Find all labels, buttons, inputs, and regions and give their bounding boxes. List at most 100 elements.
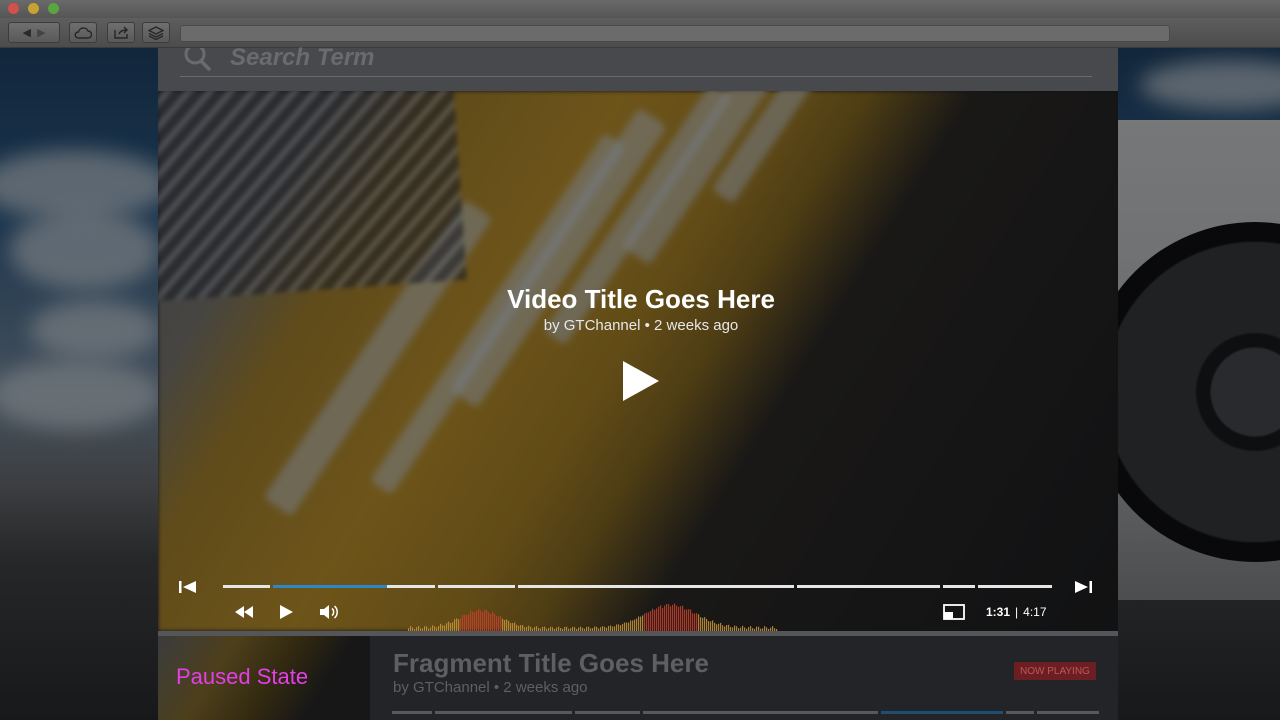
waveform-bar	[704, 617, 706, 631]
waveform-bar	[640, 616, 642, 631]
share-button[interactable]	[107, 22, 135, 43]
waveform-bar	[644, 613, 646, 631]
back-icon[interactable]: ◀	[22, 26, 30, 39]
play-button[interactable]	[277, 603, 295, 621]
waveform-bar	[454, 619, 456, 631]
waveform-bar	[618, 624, 620, 631]
waveform-bar	[622, 623, 624, 631]
waveform-bar	[628, 622, 630, 631]
waveform-bar	[700, 617, 702, 631]
video-title: Video Title Goes Here	[507, 284, 775, 314]
waveform-bar	[480, 610, 482, 631]
address-bar[interactable]	[180, 25, 1170, 42]
search-icon[interactable]	[182, 48, 212, 72]
play-icon	[280, 605, 293, 619]
skip-forward-button[interactable]	[1073, 579, 1093, 595]
waveform-bar	[658, 606, 660, 631]
waveform-bar	[502, 618, 504, 631]
minimize-window-button[interactable]	[28, 3, 39, 14]
play-overlay-icon[interactable]	[621, 359, 661, 403]
waveform-bar	[672, 604, 674, 631]
waveform-bar	[656, 608, 658, 631]
forward-icon[interactable]: ▶	[37, 26, 45, 39]
state-label: Paused State	[176, 664, 309, 689]
rewind-button[interactable]	[234, 603, 254, 621]
volume-icon	[320, 605, 338, 619]
page-content: Search Term Video Title Goes Here by GTC…	[158, 46, 1118, 720]
waveform-bar	[664, 605, 666, 631]
search-input[interactable]: Search Term	[230, 46, 930, 70]
waveform-bar	[470, 610, 472, 631]
waveform-bar	[632, 620, 634, 631]
back-forward-buttons[interactable]: ◀ ▶	[8, 22, 60, 43]
waveform-bar	[464, 614, 466, 631]
waveform-bar	[678, 606, 680, 631]
waveform-bar	[646, 612, 648, 631]
skip-forward-icon	[1075, 581, 1092, 593]
time-separator: |	[1015, 605, 1019, 619]
waveform-bar	[512, 623, 514, 631]
skip-back-button[interactable]	[178, 579, 198, 595]
waveform-bar	[642, 615, 644, 631]
waveform-bar	[496, 615, 498, 631]
pip-button[interactable]	[942, 603, 966, 621]
search-bar: Search Term	[158, 46, 1118, 91]
waveform-bar	[666, 603, 668, 631]
waveform-bar	[440, 623, 442, 631]
waveform-bar	[478, 608, 480, 631]
waveform-bar	[684, 609, 686, 631]
waveform-bar	[690, 609, 692, 631]
waveform-bar	[654, 609, 656, 631]
waveform-bar	[458, 619, 460, 631]
waveform-bar	[694, 613, 696, 631]
waveform-bar	[668, 604, 670, 631]
browser-toolbar: ◀ ▶	[0, 18, 1280, 48]
waveform-bar	[682, 605, 684, 631]
zoom-window-button[interactable]	[48, 3, 59, 14]
waveform-bar	[670, 606, 672, 631]
seek-bar[interactable]	[223, 585, 1052, 588]
waveform-bar	[630, 620, 632, 631]
cloud-button[interactable]	[69, 22, 97, 43]
waveform-bar	[720, 622, 722, 631]
waveform-bar	[638, 616, 640, 631]
waveform-bar	[510, 623, 512, 631]
duration: 4:17	[1023, 605, 1047, 619]
time-display: 1:31 | 4:17	[986, 603, 1047, 621]
rewind-icon	[235, 606, 253, 618]
waveform-bar	[456, 618, 458, 631]
close-window-button[interactable]	[8, 3, 19, 14]
waveform-bar	[676, 605, 678, 631]
waveform-bar	[692, 613, 694, 631]
waveform-bar	[500, 616, 502, 631]
waveform-bar	[686, 609, 688, 631]
fragment-title: Fragment Title Goes Here	[393, 648, 709, 678]
waveform-bar	[508, 620, 510, 631]
waveform-bar	[474, 612, 476, 631]
layers-button[interactable]	[142, 22, 170, 43]
audio-waveform	[408, 603, 778, 631]
share-icon	[114, 26, 128, 39]
volume-button[interactable]	[319, 603, 339, 621]
video-meta: by GTChannel • 2 weeks ago	[543, 317, 739, 334]
waveform-bar	[504, 619, 506, 631]
waveform-bar	[624, 622, 626, 631]
waveform-bar	[448, 621, 450, 631]
waveform-bar	[696, 613, 698, 631]
waveform-bar	[716, 624, 718, 631]
waveform-bar	[714, 622, 716, 631]
waveform-bar	[652, 608, 654, 631]
layers-icon	[148, 25, 164, 40]
waveform-bar	[446, 623, 448, 631]
waveform-bar	[494, 613, 496, 631]
waveform-bar	[616, 624, 618, 631]
waveform-bar	[452, 622, 454, 631]
waveform-bar	[648, 612, 650, 631]
now-playing-badge: NOW PLAYING	[1014, 662, 1096, 680]
current-time: 1:31	[986, 605, 1011, 619]
video-player[interactable]: Video Title Goes Here by GTChannel • 2 w…	[158, 91, 1118, 631]
waveform-bar	[712, 620, 714, 631]
waveform-bar	[498, 616, 500, 631]
pip-icon	[943, 604, 965, 620]
waveform-bar	[492, 611, 494, 631]
